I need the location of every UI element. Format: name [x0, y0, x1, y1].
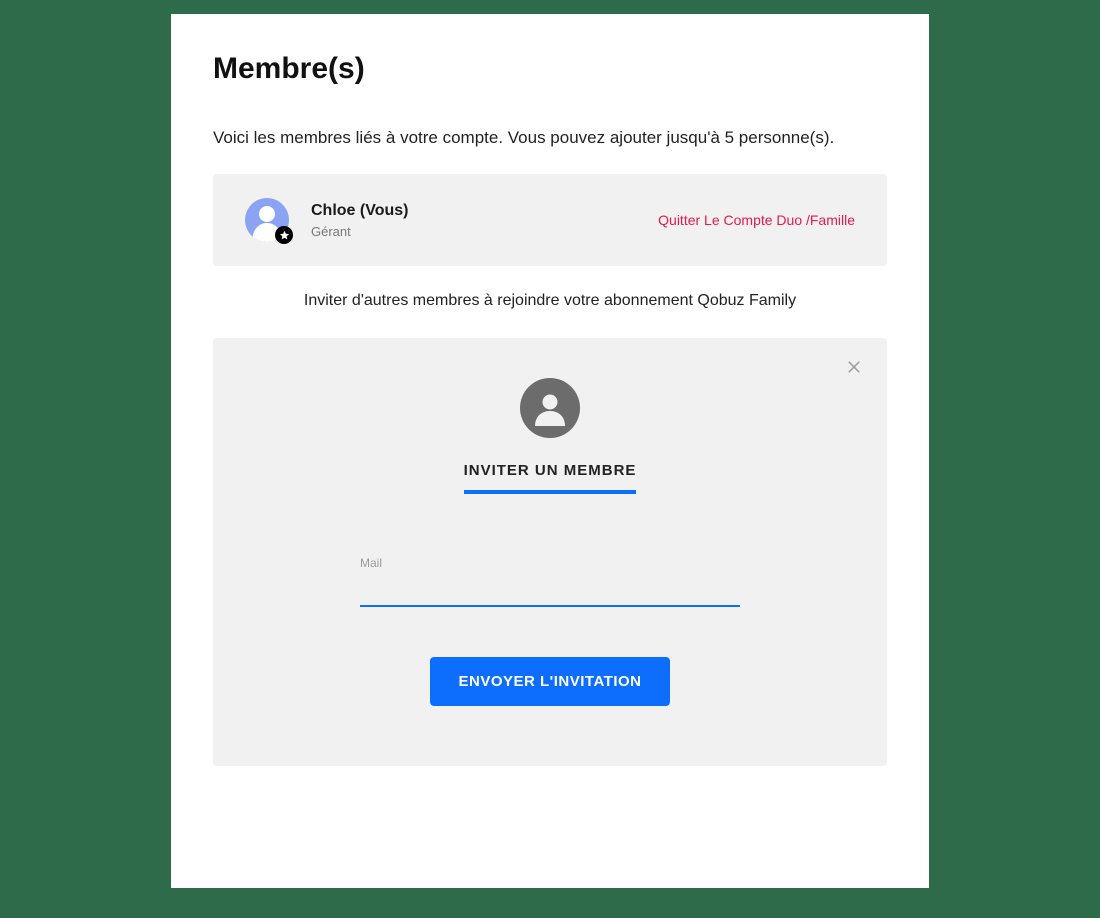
tab-label: INVITER UN MEMBRE — [464, 462, 637, 479]
close-button[interactable] — [843, 356, 865, 378]
member-name: Chloe (Vous) — [311, 202, 658, 220]
close-icon — [845, 358, 863, 376]
send-invitation-button[interactable]: ENVOYER L'INVITATION — [430, 657, 669, 706]
invite-text: Inviter d'autres membres à rejoindre vot… — [213, 292, 887, 310]
leave-account-link[interactable]: Quitter Le Compte Duo /Famille — [658, 212, 855, 228]
email-input[interactable] — [360, 574, 740, 607]
member-card: Chloe (Vous) Gérant Quitter Le Compte Du… — [213, 174, 887, 266]
invite-panel: INVITER UN MEMBRE Mail ENVOYER L'INVITAT… — [213, 338, 887, 766]
member-info: Chloe (Vous) Gérant — [311, 202, 658, 239]
page-title: Membre(s) — [213, 52, 887, 86]
invite-avatar-icon — [520, 378, 580, 438]
star-badge-icon — [275, 226, 293, 244]
member-role: Gérant — [311, 224, 658, 239]
members-panel: Membre(s) Voici les membres liés à votre… — [171, 14, 929, 888]
tab-invite-member[interactable]: INVITER UN MEMBRE — [464, 462, 637, 494]
email-label: Mail — [360, 556, 740, 570]
member-avatar — [245, 198, 289, 242]
invite-form: Mail ENVOYER L'INVITATION — [360, 556, 740, 706]
intro-text: Voici les membres liés à votre compte. V… — [213, 128, 887, 148]
